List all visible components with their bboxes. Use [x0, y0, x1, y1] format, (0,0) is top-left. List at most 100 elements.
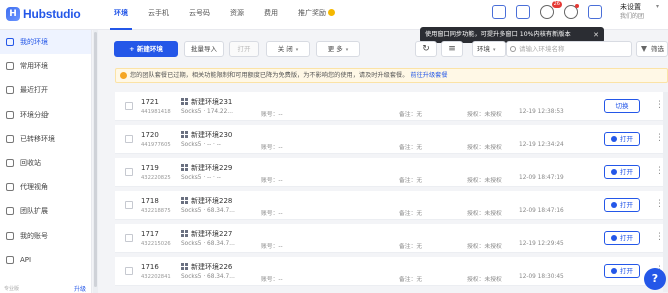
nav-tab-0[interactable]: 环境	[104, 0, 138, 30]
row-checkbox[interactable]	[125, 234, 133, 242]
env-account: 账号：--	[261, 178, 283, 184]
nav-tab-label: 推广奖励	[298, 9, 326, 17]
sidebar: 我的环境 常用环境 最近打开 环境分组 ▾ 已转移环境回收站代理视角 团队扩展我的账号 API…	[0, 30, 92, 293]
table-scrollbar[interactable]	[663, 92, 668, 292]
row-seq: 1717	[141, 230, 159, 238]
nav-tab-label: 云号码	[189, 9, 210, 17]
open-button[interactable]: 打开	[229, 41, 259, 57]
action-label: 打开	[620, 201, 633, 209]
sidebar-item-7[interactable]: 团队扩展	[0, 199, 91, 223]
update-icon[interactable]	[564, 4, 579, 19]
toolbar: + 新建环境 批量导入 打开 关 闭 ▾ 更 多 ▾ ↻ ≡ 环境 ▾ 请输入环境名称…	[104, 37, 668, 61]
table-row[interactable]: 1716 432202841 新建环境226 Socks5 · 68.34.7… 账号：…	[115, 257, 668, 286]
user-menu[interactable]: 未设置 我们的团 ▾	[620, 2, 668, 28]
table-row[interactable]: 1720 441977605 新建环境230 Socks5 · -- · -- 账号：-…	[115, 125, 668, 154]
search-input[interactable]: 请输入环境名称	[506, 41, 632, 57]
transfer-icon	[6, 134, 14, 143]
folder-icon	[6, 110, 14, 119]
star-icon	[6, 62, 14, 71]
upgrade-plan-link[interactable]: 前往升级套餐	[410, 72, 447, 79]
sidebar-item-8[interactable]: 我的账号	[0, 224, 91, 248]
search-icon	[510, 46, 516, 52]
sidebar-item-9[interactable]: API	[0, 248, 91, 272]
row-checkbox[interactable]	[125, 168, 133, 176]
new-env-button[interactable]: + 新建环境	[114, 41, 178, 57]
sidebar-item-label: API	[20, 255, 32, 264]
window-icon[interactable]	[516, 5, 530, 19]
refresh-button[interactable]: ↻	[415, 41, 437, 57]
row-checkbox[interactable]	[125, 267, 133, 275]
scope-value: 环境	[477, 45, 490, 53]
open-env-button[interactable]: 打开	[604, 264, 640, 278]
env-note: 备注：无	[399, 178, 423, 184]
more-button[interactable]: 更 多 ▾	[316, 41, 360, 57]
env-account: 账号：--	[261, 211, 283, 217]
nav-tab-3[interactable]: 资源	[220, 0, 254, 30]
sidebar-item-label: 回收站	[20, 159, 41, 168]
nav-tab-4[interactable]: 费用	[254, 0, 288, 30]
logo[interactable]: H Hubstudio	[6, 7, 81, 21]
env-proxy: Socks5 · 68.34.7…	[181, 274, 235, 280]
table-row[interactable]: 1717 432215026 新建环境227 Socks5 · 68.34.7… 账号：…	[115, 224, 668, 253]
nav-tab-1[interactable]: 云手机	[138, 0, 179, 30]
env-note: 备注：无	[399, 277, 423, 283]
sidebar-item-2[interactable]: 最近打开	[0, 78, 91, 102]
open-env-button[interactable]: 打开	[604, 198, 640, 212]
action-label: 打开	[620, 135, 633, 143]
nav-tab-2[interactable]: 云号码	[179, 0, 220, 30]
view-toggle-button[interactable]: ≡	[441, 41, 463, 57]
logo-text: Hubstudio	[23, 7, 81, 21]
clock-icon	[6, 86, 14, 95]
table-row[interactable]: 1719 432220825 新建环境229 Socks5 · -- · -- 账号：-…	[115, 158, 668, 187]
sidebar-item-6[interactable]: 代理视角	[0, 175, 91, 199]
env-name: 新建环境230	[191, 131, 233, 139]
row-serial: 432218875	[141, 208, 171, 214]
sidebar-item-label: 我的账号	[20, 231, 48, 240]
table-row[interactable]: 1721 441981418 新建环境231 Socks5 · 174.22… 账号：-…	[115, 92, 668, 121]
env-note: 备注：无	[399, 145, 423, 151]
batch-import-button[interactable]: 批量导入	[184, 41, 224, 57]
upgrade-link[interactable]: 升级	[74, 284, 86, 293]
reward-coin-icon	[328, 9, 335, 16]
desktop-icon	[6, 38, 14, 47]
browser-icon	[611, 235, 617, 241]
open-env-button[interactable]: 打开	[604, 165, 640, 179]
switch-button[interactable]: 切换	[604, 99, 640, 113]
table-row[interactable]: 1718 432218875 新建环境228 Socks5 · 68.34.7… 账号：…	[115, 191, 668, 220]
sidebar-item-1[interactable]: 常用环境	[0, 54, 91, 78]
open-env-button[interactable]: 打开	[604, 231, 640, 245]
env-account: 账号：--	[261, 112, 283, 118]
row-checkbox[interactable]	[125, 102, 133, 110]
grid-icon	[181, 197, 188, 204]
sidebar-item-4[interactable]: 已转移环境	[0, 127, 91, 151]
sidebar-item-3[interactable]: 环境分组 ▾	[0, 103, 91, 127]
user-team: 我们的团	[620, 13, 645, 20]
globe-icon	[6, 183, 14, 192]
update-dot	[575, 4, 579, 8]
row-seq: 1720	[141, 131, 159, 139]
row-checkbox[interactable]	[125, 201, 133, 209]
doc-icon[interactable]	[588, 5, 602, 19]
sidebar-item-0[interactable]: 我的环境	[0, 30, 91, 55]
env-auth: 授权：未授权	[467, 244, 502, 250]
help-button[interactable]: ?	[644, 268, 666, 290]
row-serial: 432220825	[141, 175, 171, 181]
bell-icon[interactable]: 26	[540, 1, 562, 19]
nav-tab-5[interactable]: 推广奖励	[288, 0, 345, 30]
browser-icon	[611, 268, 617, 274]
row-checkbox[interactable]	[125, 135, 133, 143]
filter-button[interactable]: 筛选	[636, 41, 668, 57]
sync-icon[interactable]	[492, 5, 506, 19]
grid-icon	[181, 131, 188, 138]
close-button[interactable]: 关 闭 ▾	[266, 41, 310, 57]
env-account: 账号：--	[261, 277, 283, 283]
search-placeholder: 请输入环境名称	[519, 45, 565, 53]
row-serial: 441981418	[141, 109, 171, 115]
scope-select[interactable]: 环境 ▾	[472, 41, 506, 57]
open-env-button[interactable]: 打开	[604, 132, 640, 146]
close-label: 关 闭	[277, 45, 293, 53]
filter-label: 筛选	[651, 45, 664, 53]
sidebar-item-5[interactable]: 回收站	[0, 151, 91, 175]
env-note: 备注：无	[399, 211, 423, 217]
sidebar-scroll-thumb[interactable]	[94, 32, 97, 287]
